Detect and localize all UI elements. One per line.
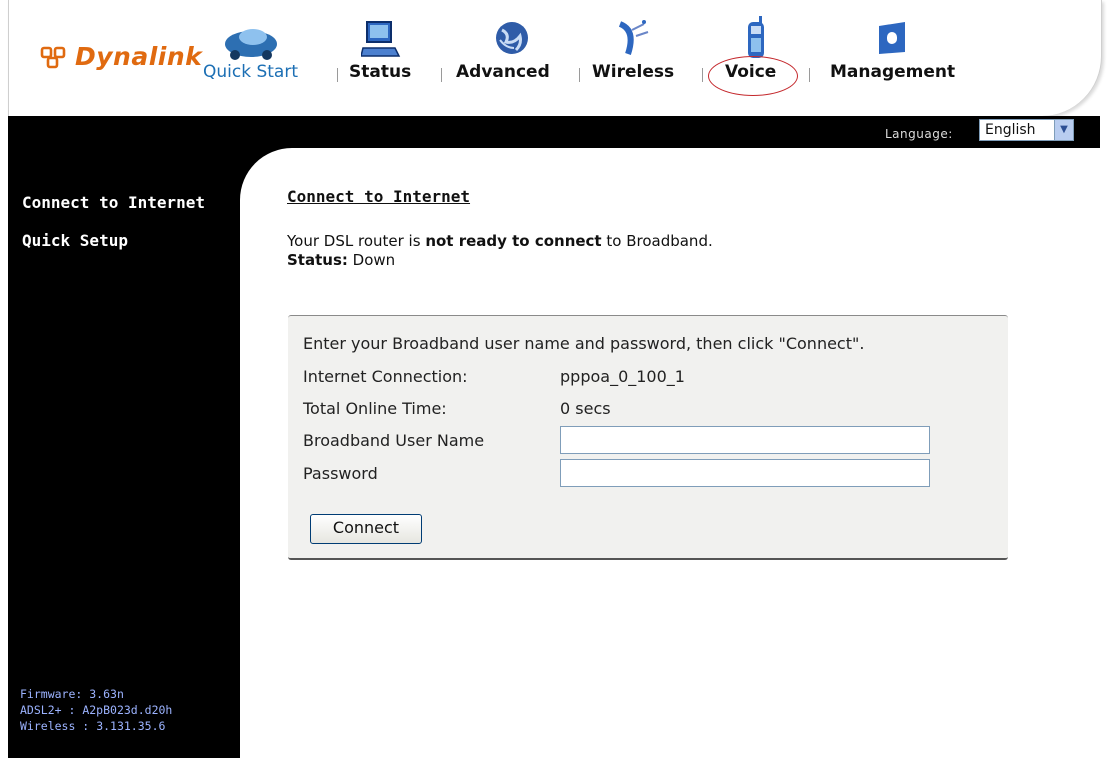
nav-management[interactable]: Management	[830, 62, 955, 82]
language-label: Language:	[885, 127, 953, 141]
status-message-suffix: to Broadband.	[601, 232, 713, 250]
status-line: Status: Down	[287, 251, 395, 269]
firmware-label: Firmware:	[20, 687, 83, 701]
connect-button[interactable]: Connect	[310, 514, 422, 544]
internet-connection-value: pppoa_0_100_1	[560, 367, 685, 386]
password-label: Password	[303, 464, 378, 483]
nav-status[interactable]: Status	[349, 62, 411, 82]
nav-wireless[interactable]: Wireless	[592, 62, 674, 82]
connection-status-message: Your DSL router is not ready to connect …	[287, 232, 713, 250]
username-label: Broadband User Name	[303, 431, 485, 450]
adsl-value: A2pB023d.d20h	[82, 703, 173, 717]
status-label: Status:	[287, 251, 348, 269]
firmware-row: Firmware: 3.63n	[20, 686, 172, 702]
status-message-emphasis: not ready to connect	[425, 232, 602, 250]
username-field[interactable]	[560, 426, 930, 454]
sidebar-item-connect-to-internet[interactable]: Connect to Internet	[22, 193, 205, 212]
wireless-version-row: Wireless : 3.131.35.6	[20, 718, 172, 734]
chevron-down-icon[interactable]: ▼	[1054, 120, 1073, 140]
password-field[interactable]	[560, 459, 930, 487]
online-time-value: 0 secs	[560, 399, 611, 418]
voice-highlight-ellipse	[708, 56, 798, 96]
wireless-version-label: Wireless :	[20, 719, 90, 733]
wireless-version-value: 3.131.35.6	[96, 719, 166, 733]
online-time-label: Total Online Time:	[303, 399, 447, 418]
internet-connection-label: Internet Connection:	[303, 367, 468, 386]
connect-panel: Enter your Broadband user name and passw…	[288, 315, 1008, 560]
status-value: Down	[352, 251, 396, 269]
connect-instruction: Enter your Broadband user name and passw…	[303, 334, 865, 353]
main-nav: Quick Start Status Advanced Wireless Voi…	[9, 0, 1101, 116]
status-message-prefix: Your DSL router is	[287, 232, 426, 250]
page-title: Connect to Internet	[287, 187, 471, 206]
nav-separator	[579, 68, 580, 82]
nav-advanced[interactable]: Advanced	[456, 62, 550, 82]
adsl-label: ADSL2+ :	[20, 703, 76, 717]
nav-separator	[809, 68, 810, 82]
language-selected-value: English	[985, 122, 1036, 138]
nav-separator	[441, 68, 442, 82]
nav-separator	[702, 68, 703, 82]
sidebar: Connect to Internet Quick Setup Firmware…	[8, 148, 240, 758]
nav-separator	[337, 68, 338, 82]
firmware-info: Firmware: 3.63n ADSL2+ : A2pB023d.d20h W…	[20, 686, 172, 734]
firmware-value: 3.63n	[89, 687, 124, 701]
sidebar-item-quick-setup[interactable]: Quick Setup	[22, 231, 128, 250]
adsl-row: ADSL2+ : A2pB023d.d20h	[20, 702, 172, 718]
language-select[interactable]: English ▼	[979, 119, 1074, 141]
nav-quick-start[interactable]: Quick Start	[203, 62, 298, 82]
header-bar: Dynalink Quick Start Status Advanced Wir…	[8, 0, 1102, 116]
